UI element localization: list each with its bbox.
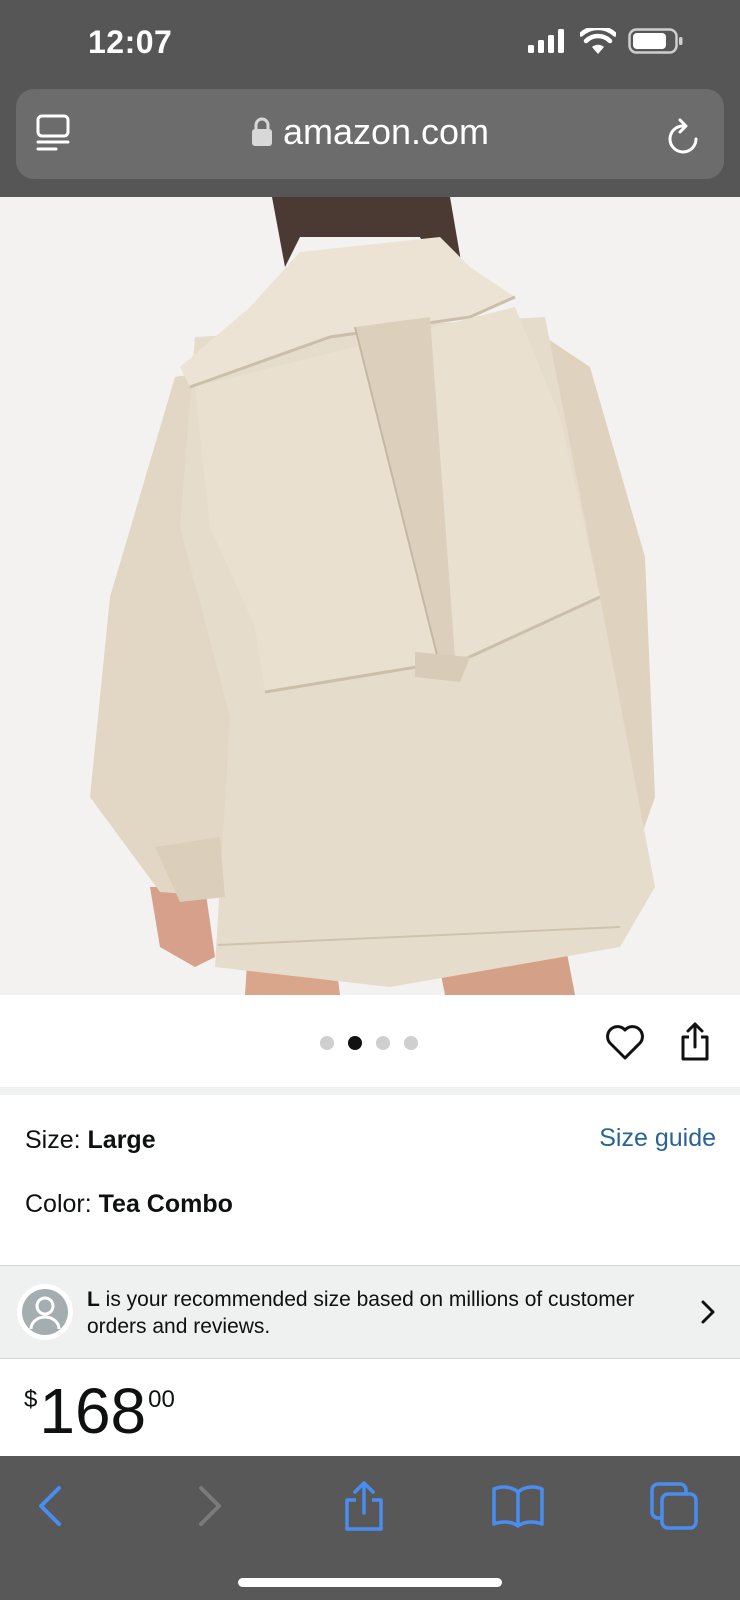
back-button[interactable] (22, 1478, 78, 1534)
color-selection: Color: Tea Combo (25, 1190, 233, 1219)
carousel-dot-active[interactable] (348, 1036, 362, 1050)
reload-icon[interactable] (666, 115, 702, 155)
size-value: Large (87, 1126, 156, 1154)
recommendation-message: is your recommended size based on millio… (87, 1288, 635, 1338)
bookmarks-icon (492, 1485, 544, 1528)
lock-icon (251, 117, 272, 146)
jacket-photo (90, 197, 655, 995)
carousel-dot[interactable] (404, 1036, 418, 1050)
browser-toolbar (0, 1456, 740, 1600)
tabs-button[interactable] (646, 1478, 702, 1534)
status-bar: 12:07 (0, 0, 740, 88)
user-icon (22, 1289, 68, 1335)
price-whole: 168 (39, 1375, 147, 1447)
image-carousel-controls (0, 995, 740, 1087)
status-icons (528, 28, 684, 54)
recommendation-text: L is your recommended size based on mill… (87, 1286, 687, 1340)
heart-icon[interactable] (605, 1023, 645, 1061)
browser-chrome: 12:07 amazon.com (0, 0, 740, 197)
price-fraction: 00 (148, 1386, 175, 1413)
wifi-icon (580, 28, 616, 54)
cellular-signal-icon (528, 29, 564, 53)
back-icon (39, 1486, 61, 1526)
color-label: Color: (25, 1190, 99, 1218)
size-guide-link[interactable]: Size guide (599, 1124, 716, 1153)
battery-icon (628, 28, 683, 54)
carousel-dots[interactable] (320, 1036, 418, 1050)
share-icon (345, 1481, 383, 1531)
url-text: amazon.com (282, 111, 490, 152)
forward-icon (199, 1486, 221, 1526)
price-currency: $ (24, 1386, 38, 1413)
chevron-right-icon[interactable] (700, 1299, 716, 1325)
forward-button[interactable] (182, 1478, 238, 1534)
carousel-dot[interactable] (320, 1036, 334, 1050)
share-icon[interactable] (678, 1021, 712, 1061)
size-recommendation-banner[interactable]: L is your recommended size based on mill… (0, 1265, 740, 1359)
bookmarks-button[interactable] (490, 1478, 546, 1534)
size-selection: Size: Large (25, 1126, 156, 1155)
product-image[interactable] (0, 197, 740, 995)
url-display[interactable]: amazon.com (16, 111, 724, 153)
address-bar[interactable]: amazon.com (16, 89, 724, 179)
tabs-icon (650, 1482, 698, 1530)
carousel-dot[interactable] (376, 1036, 390, 1050)
status-time: 12:07 (88, 24, 173, 60)
section-divider (0, 1087, 740, 1095)
color-value: Tea Combo (98, 1190, 233, 1218)
recommended-size: L (87, 1288, 100, 1311)
share-button[interactable] (336, 1478, 392, 1534)
price: $ 168 00 (24, 1378, 175, 1444)
avatar (17, 1284, 73, 1340)
size-label: Size: (25, 1126, 88, 1154)
home-indicator[interactable] (238, 1578, 502, 1587)
